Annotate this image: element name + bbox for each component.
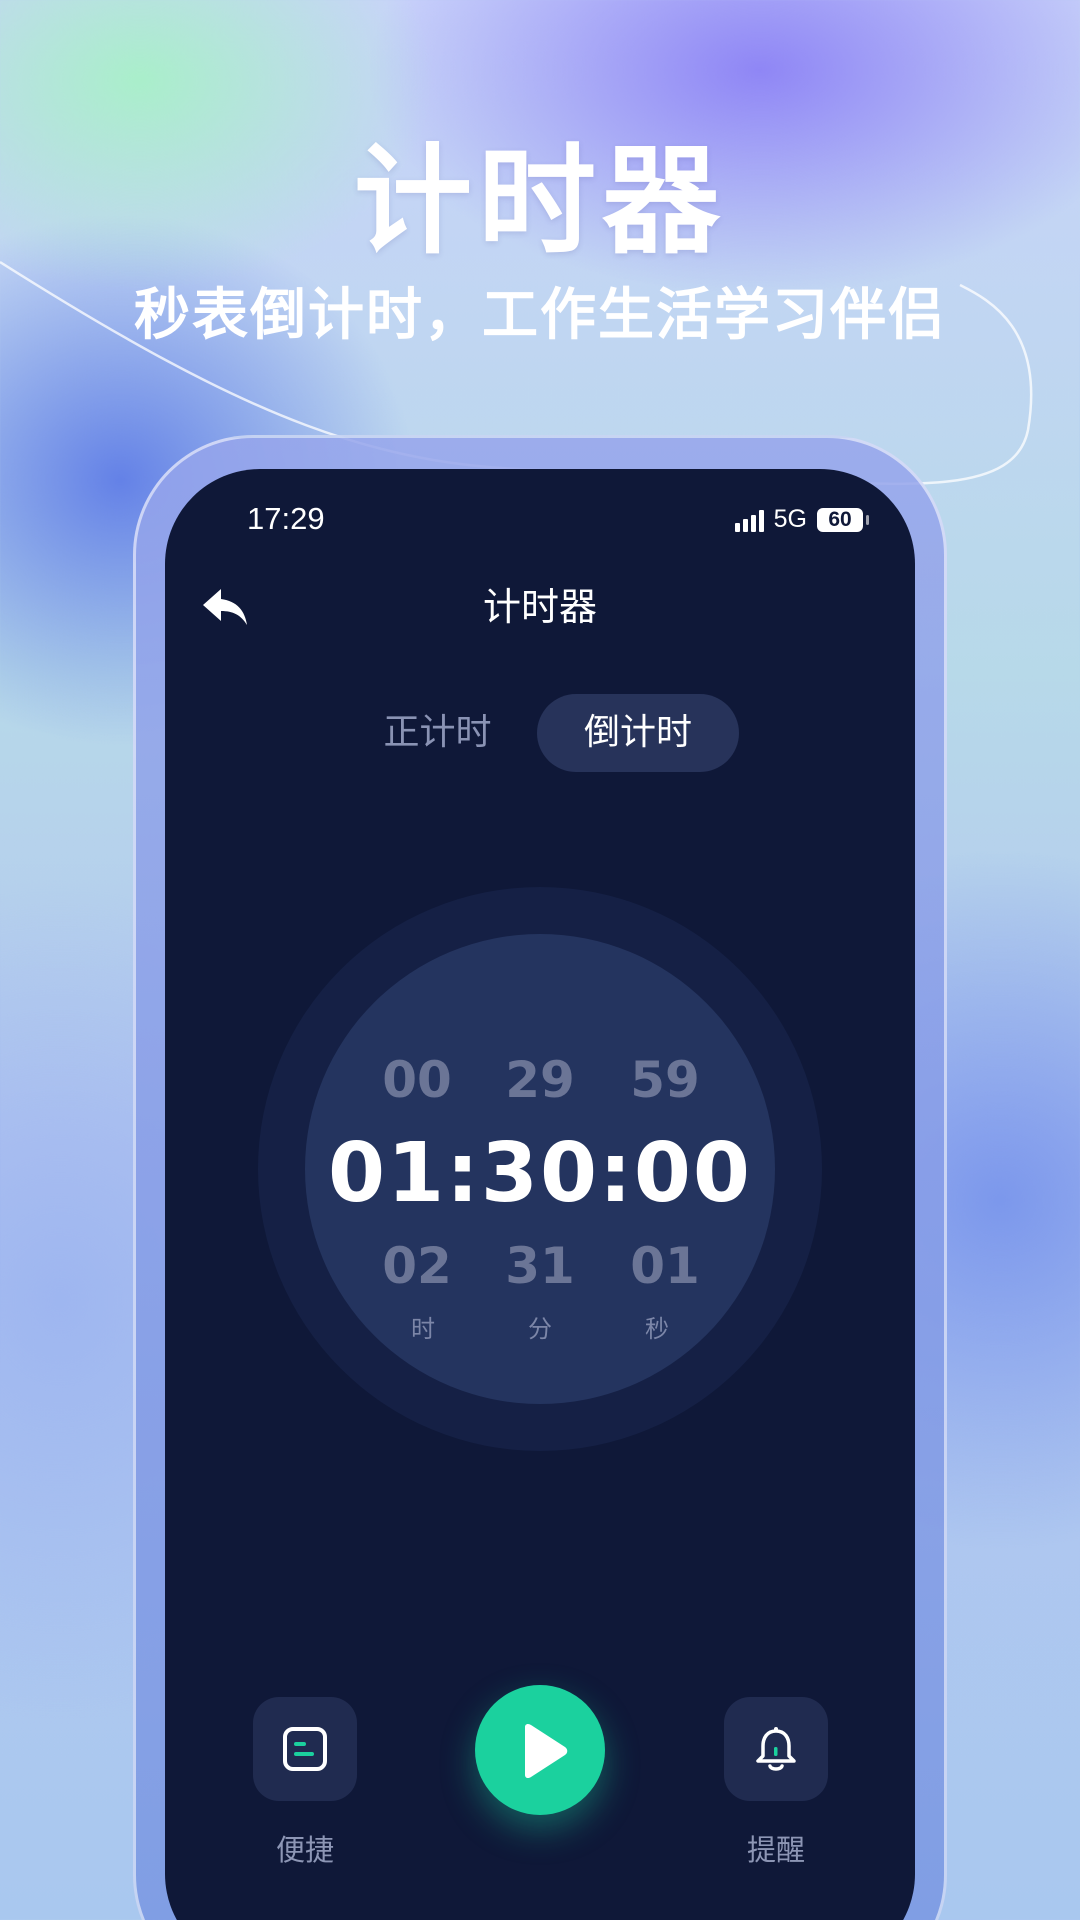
- tab-countdown[interactable]: 倒计时: [537, 694, 739, 772]
- network-type: 5G: [773, 505, 807, 533]
- bell-icon: [756, 1727, 796, 1771]
- phone-screen: 17:29 5G 60 计时器 正计时 倒计时 00 29 59 01:30:0…: [165, 469, 915, 1920]
- next-hours[interactable]: 02: [357, 1237, 477, 1295]
- hero-title: 计时器: [353, 132, 726, 270]
- timer-current-value[interactable]: 01:30:00: [305, 1126, 775, 1221]
- status-bar-right: 5G 60: [734, 505, 869, 534]
- page-title: 计时器: [482, 585, 597, 629]
- tab-count-up[interactable]: 正计时: [365, 694, 510, 772]
- shortcut-list-icon: [283, 1727, 327, 1771]
- status-time: 17:29: [247, 501, 325, 536]
- prev-seconds[interactable]: 59: [605, 1051, 725, 1109]
- prev-minutes[interactable]: 29: [480, 1051, 600, 1109]
- shortcut-button[interactable]: [253, 1697, 357, 1801]
- next-seconds[interactable]: 01: [605, 1237, 725, 1295]
- battery-icon: 60: [817, 507, 869, 532]
- remind-button[interactable]: [724, 1697, 828, 1801]
- next-minutes[interactable]: 31: [480, 1237, 600, 1295]
- hero-subtitle: 秒表倒计时，工作生活学习伴侣: [134, 283, 946, 348]
- signal-icon: [734, 508, 764, 532]
- play-button[interactable]: [475, 1685, 605, 1815]
- prev-hours[interactable]: 00: [357, 1051, 477, 1109]
- unit-seconds: 秒: [645, 1315, 669, 1343]
- play-icon: [525, 1723, 568, 1779]
- unit-minutes: 分: [528, 1315, 552, 1343]
- shortcut-label: 便捷: [275, 1833, 334, 1867]
- remind-label: 提醒: [746, 1833, 805, 1867]
- unit-hours: 时: [411, 1315, 435, 1343]
